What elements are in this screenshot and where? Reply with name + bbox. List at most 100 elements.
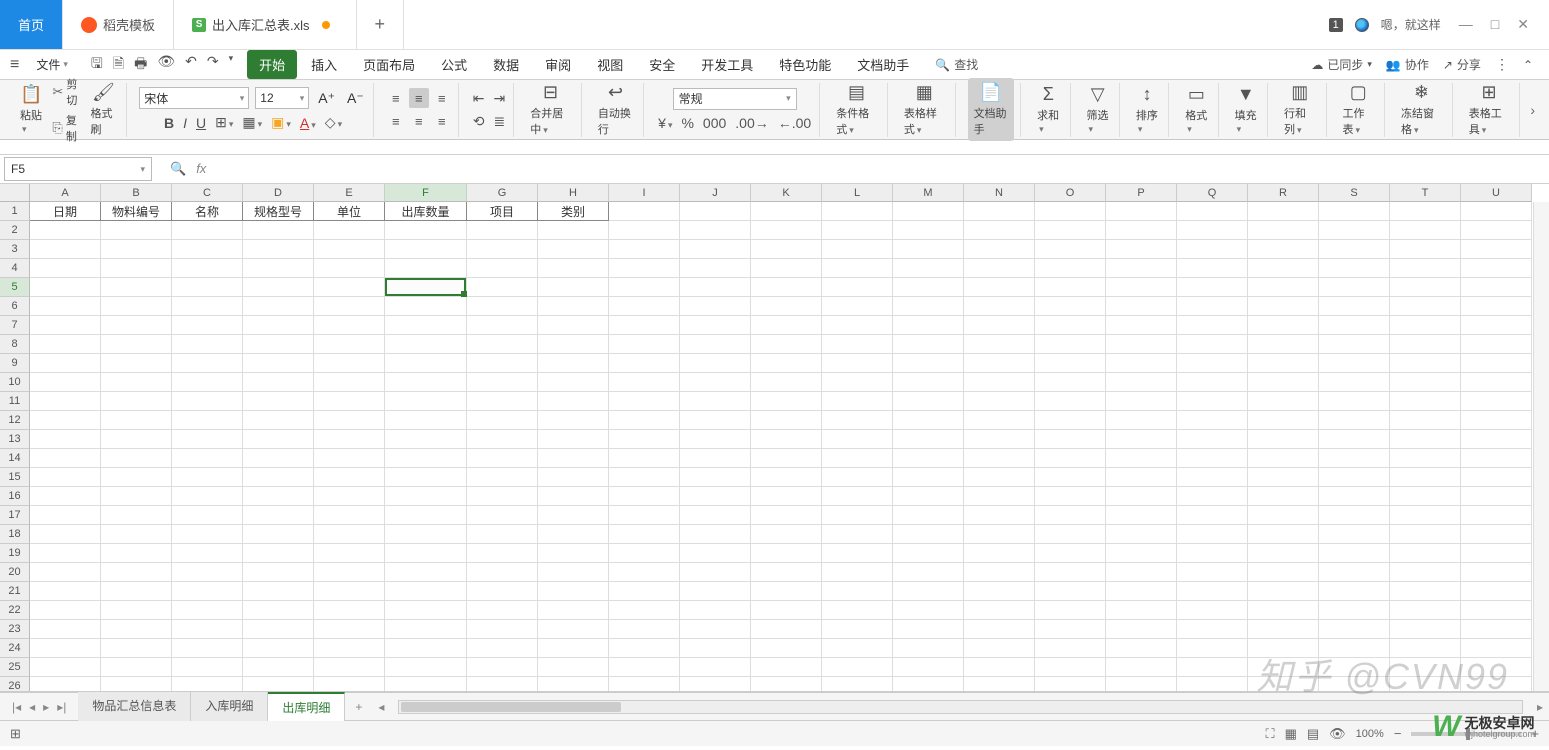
cell[interactable] — [609, 221, 680, 240]
cell[interactable] — [538, 506, 609, 525]
menu-tab-dochelper[interactable]: 文档助手 — [845, 50, 921, 79]
cell[interactable] — [314, 335, 385, 354]
cell[interactable] — [1035, 601, 1106, 620]
cell[interactable] — [243, 297, 314, 316]
cell[interactable] — [822, 316, 893, 335]
cell[interactable] — [385, 316, 467, 335]
italic-icon[interactable]: I — [181, 114, 189, 132]
merge-center-button[interactable]: ⊟合并居中 — [526, 80, 575, 139]
cell[interactable] — [385, 354, 467, 373]
cell[interactable] — [1106, 392, 1177, 411]
cell[interactable] — [1177, 297, 1248, 316]
cell[interactable] — [964, 373, 1035, 392]
cell[interactable] — [101, 411, 172, 430]
cell[interactable] — [964, 563, 1035, 582]
cell[interactable] — [751, 335, 822, 354]
cell[interactable] — [1035, 582, 1106, 601]
row-header-12[interactable]: 12 — [0, 411, 30, 430]
search-button[interactable]: 🔍 查找 — [925, 53, 988, 76]
column-header-G[interactable]: G — [467, 184, 538, 202]
cell[interactable] — [1390, 601, 1461, 620]
cell[interactable] — [101, 259, 172, 278]
cell[interactable] — [467, 525, 538, 544]
cell[interactable] — [822, 392, 893, 411]
cell[interactable] — [680, 354, 751, 373]
cell[interactable] — [751, 487, 822, 506]
cell[interactable] — [538, 487, 609, 506]
cell[interactable] — [1461, 620, 1532, 639]
view-fullscreen-icon[interactable]: ⛶ — [1265, 726, 1274, 742]
cell[interactable] — [1319, 430, 1390, 449]
cell[interactable] — [680, 335, 751, 354]
cell[interactable] — [1035, 525, 1106, 544]
cell[interactable] — [172, 240, 243, 259]
cell[interactable] — [172, 506, 243, 525]
cell[interactable] — [172, 297, 243, 316]
cell[interactable] — [467, 677, 538, 692]
percent-icon[interactable]: % — [679, 114, 695, 132]
cell[interactable] — [1319, 658, 1390, 677]
cell[interactable] — [893, 278, 964, 297]
cell[interactable] — [893, 297, 964, 316]
row-header-10[interactable]: 10 — [0, 373, 30, 392]
freeze-button[interactable]: ❄冻结窗格 — [1397, 80, 1446, 139]
cell[interactable] — [1461, 240, 1532, 259]
cell[interactable] — [1390, 221, 1461, 240]
cell[interactable] — [893, 468, 964, 487]
cell[interactable] — [680, 316, 751, 335]
cell[interactable] — [243, 544, 314, 563]
cell[interactable] — [101, 563, 172, 582]
cell[interactable] — [1319, 316, 1390, 335]
cell[interactable] — [680, 392, 751, 411]
cell[interactable] — [822, 677, 893, 692]
cell[interactable] — [822, 297, 893, 316]
cell[interactable] — [1106, 506, 1177, 525]
share-button[interactable]: ↗分享 — [1443, 56, 1481, 73]
cell[interactable] — [1106, 259, 1177, 278]
column-header-O[interactable]: O — [1035, 184, 1106, 202]
collapse-ribbon-icon[interactable]: ⌃ — [1523, 58, 1533, 72]
cell[interactable] — [680, 525, 751, 544]
cell[interactable] — [385, 525, 467, 544]
cell[interactable] — [964, 392, 1035, 411]
cell[interactable] — [314, 449, 385, 468]
menu-tab-security[interactable]: 安全 — [637, 50, 687, 79]
cell[interactable] — [385, 620, 467, 639]
cell[interactable] — [467, 278, 538, 297]
scrollbar-thumb[interactable] — [401, 702, 621, 712]
cell[interactable] — [680, 297, 751, 316]
rowcol-button[interactable]: ▥行和列 — [1280, 80, 1320, 139]
cell[interactable] — [101, 506, 172, 525]
row-header-6[interactable]: 6 — [0, 297, 30, 316]
cell[interactable] — [822, 563, 893, 582]
cell[interactable] — [609, 468, 680, 487]
cell[interactable] — [822, 582, 893, 601]
align-bottom-left[interactable]: ≡ — [386, 111, 406, 131]
font-size-select[interactable]: 12▾ — [255, 87, 309, 109]
cell[interactable] — [893, 354, 964, 373]
menu-tab-review[interactable]: 审阅 — [533, 50, 583, 79]
cell[interactable] — [1390, 677, 1461, 692]
cell[interactable] — [1248, 297, 1319, 316]
column-header-R[interactable]: R — [1248, 184, 1319, 202]
cell[interactable] — [751, 601, 822, 620]
cell[interactable] — [172, 639, 243, 658]
cell[interactable] — [964, 525, 1035, 544]
cell[interactable] — [314, 468, 385, 487]
cell[interactable] — [1106, 335, 1177, 354]
view-pagebreak-icon[interactable]: ▤ — [1307, 726, 1319, 742]
cell[interactable] — [101, 468, 172, 487]
column-header-J[interactable]: J — [680, 184, 751, 202]
cell[interactable] — [893, 430, 964, 449]
table-style-button[interactable]: ▦表格样式 — [900, 80, 949, 139]
cell[interactable] — [1248, 544, 1319, 563]
window-minimize[interactable]: — — [1459, 16, 1473, 33]
cell[interactable] — [1248, 202, 1319, 221]
cell[interactable] — [538, 316, 609, 335]
cell[interactable] — [822, 411, 893, 430]
cell[interactable] — [964, 620, 1035, 639]
cell[interactable] — [680, 601, 751, 620]
cell[interactable] — [385, 221, 467, 240]
cell[interactable] — [964, 202, 1035, 221]
cell[interactable] — [1177, 316, 1248, 335]
